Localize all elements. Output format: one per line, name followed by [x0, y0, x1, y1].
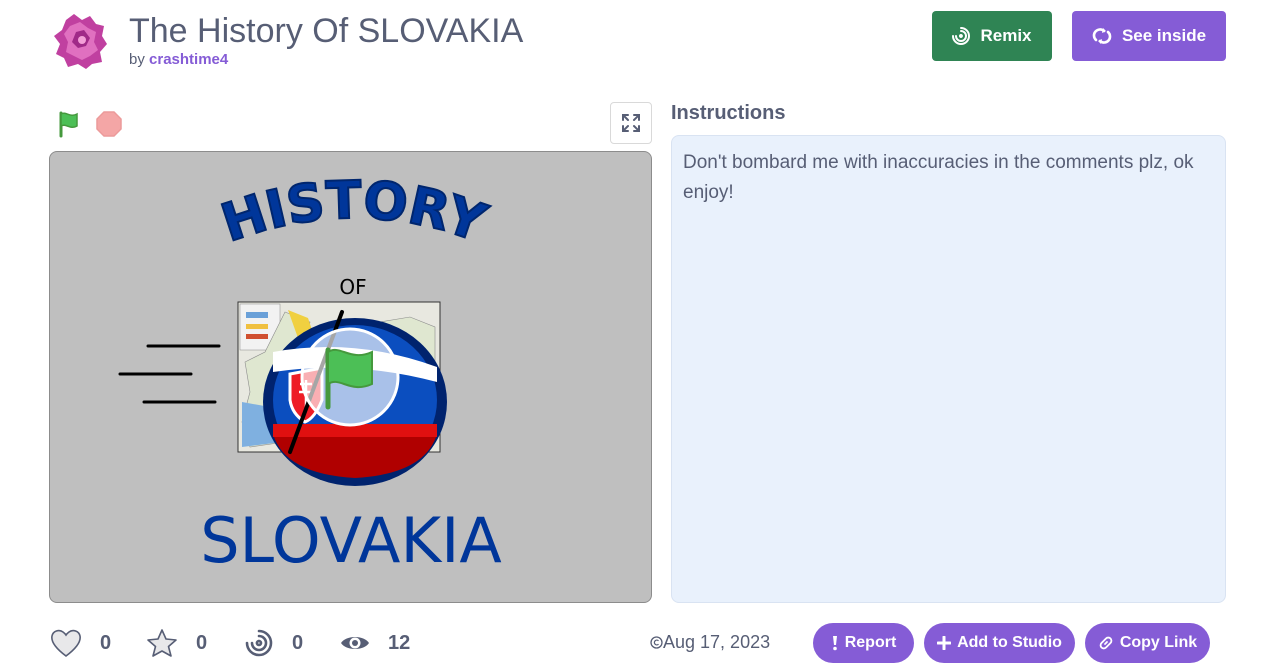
see-inside-label: See inside [1121, 26, 1207, 45]
fullscreen-button[interactable] [610, 102, 652, 144]
author-avatar[interactable] [52, 12, 108, 70]
remix-label: Remix [980, 26, 1032, 45]
fullscreen-icon [622, 114, 640, 132]
stop-sign-icon[interactable] [95, 110, 123, 138]
author-link[interactable]: crashtime4 [149, 51, 228, 68]
exclamation-icon [832, 636, 837, 651]
instructions-text: Don't bombard me with inaccuracies in th… [671, 135, 1226, 603]
speed-lines [118, 344, 221, 404]
green-flag-icon[interactable] [55, 110, 83, 138]
plus-icon [937, 636, 952, 650]
copy-link-label: Copy Link [1119, 634, 1198, 651]
byline: by crashtime4 [129, 51, 228, 68]
remix-icon [952, 27, 971, 45]
shared-date: Aug 17, 2023 [650, 632, 770, 653]
green-flag-overlay[interactable] [300, 327, 400, 427]
see-inside-button[interactable]: See inside [1072, 11, 1226, 61]
shared-date-text: Aug 17, 2023 [663, 632, 771, 652]
see-inside-icon [1092, 28, 1112, 44]
report-button[interactable]: Report [813, 623, 914, 663]
star-icon [147, 629, 177, 657]
love-count: 0 [100, 631, 112, 654]
views-count: 12 [388, 631, 411, 654]
love-stat[interactable]: 0 [50, 623, 111, 663]
stage-of-text: OF [339, 275, 366, 299]
player-controls [50, 102, 652, 144]
copy-link-button[interactable]: Copy Link [1085, 623, 1210, 663]
copyright-icon [650, 636, 663, 649]
by-prefix: by [129, 51, 145, 68]
favorite-count: 0 [196, 631, 208, 654]
report-label: Report [844, 634, 897, 651]
remix-swirl-icon [245, 629, 273, 657]
project-title: The History Of SLOVAKIA [129, 12, 524, 50]
remix-count: 0 [292, 631, 304, 654]
eye-icon [341, 637, 369, 649]
project-header: The History Of SLOVAKIA by crashtime4 Re… [0, 0, 1278, 80]
stage-country-text: SLOVAKIA [200, 504, 502, 577]
link-icon [1099, 636, 1113, 650]
favorite-stat[interactable]: 0 [146, 623, 207, 663]
views-stat: 12 [340, 623, 410, 663]
project-stage[interactable]: HISTORY OF SLOVAKIA [49, 151, 652, 603]
add-to-studio-button[interactable]: Add to Studio [924, 623, 1075, 663]
instructions-heading: Instructions [671, 102, 786, 124]
remix-stat: 0 [244, 623, 303, 663]
heart-icon [51, 629, 81, 658]
add-to-studio-label: Add to Studio [957, 634, 1062, 651]
stage-history-text: HISTORY [215, 171, 495, 255]
remix-button[interactable]: Remix [932, 11, 1052, 61]
